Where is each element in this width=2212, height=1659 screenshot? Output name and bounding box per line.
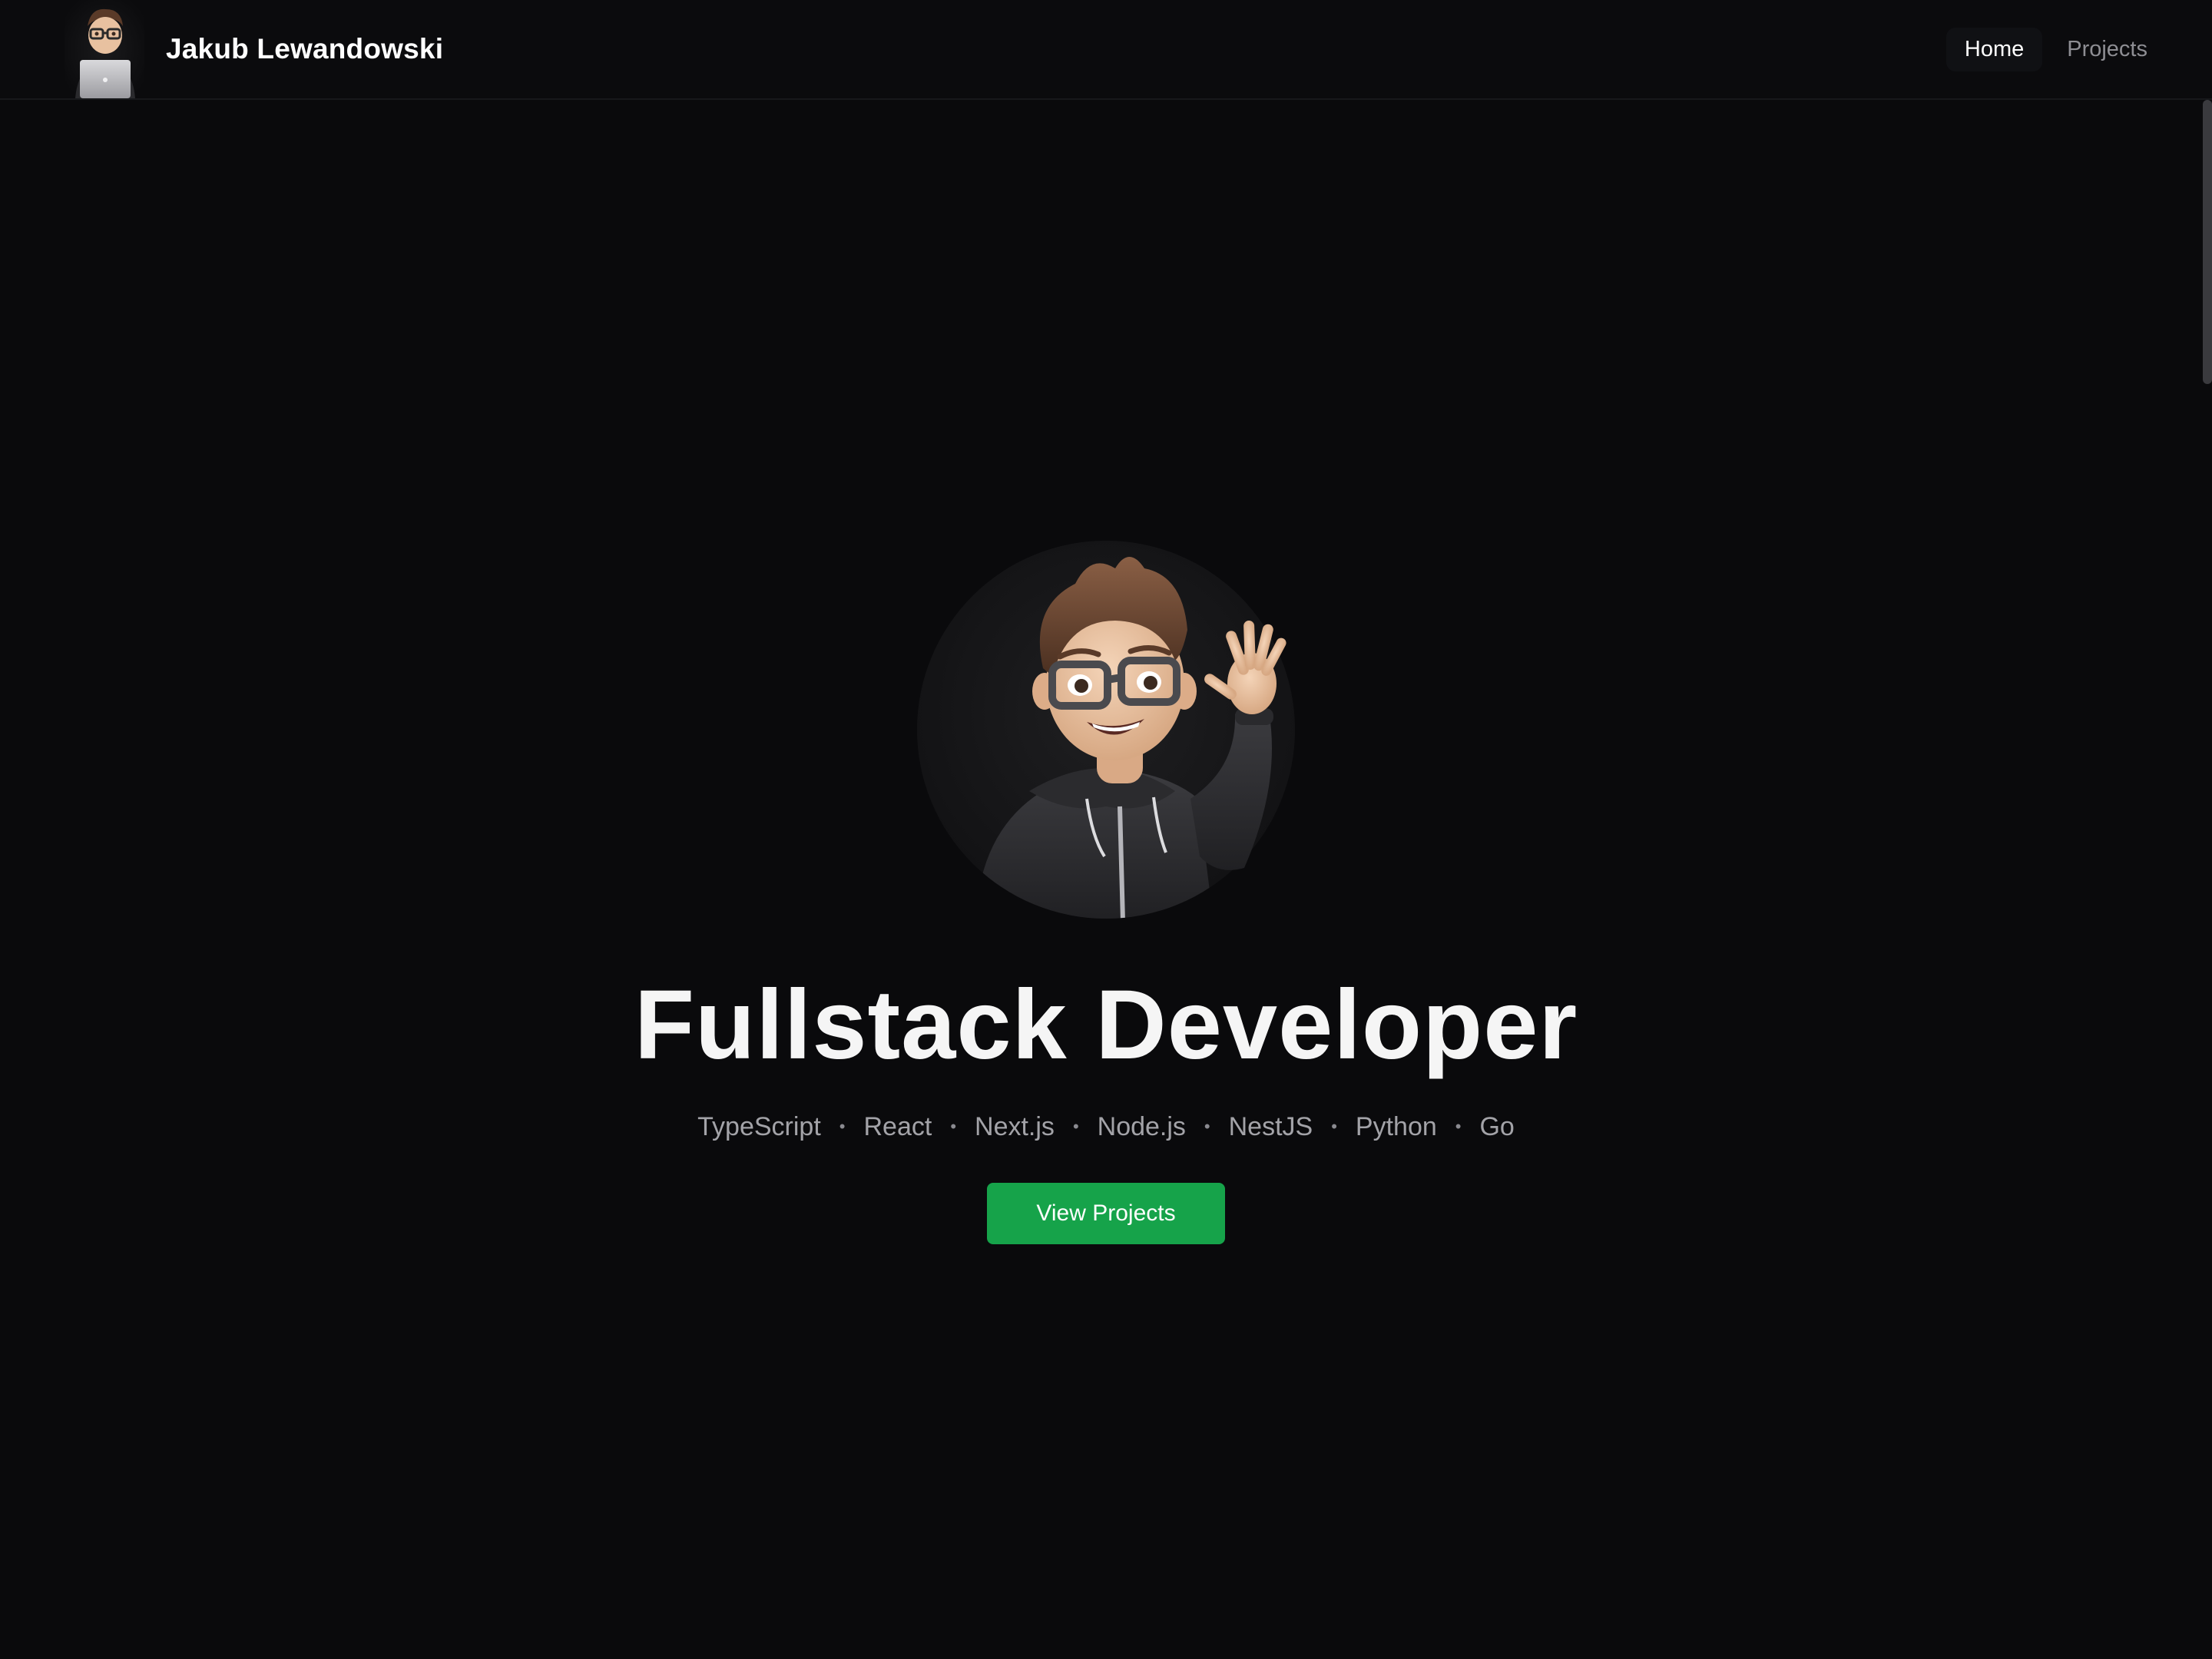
tech-item: Node.js: [1097, 1112, 1186, 1141]
main-nav: Home Projects: [1945, 26, 2166, 72]
scrollbar-thumb[interactable]: [2203, 100, 2212, 384]
site-header: Jakub Lewandowski Home Projects: [0, 0, 2212, 100]
tech-item: React: [863, 1112, 932, 1141]
tech-item: Next.js: [975, 1112, 1055, 1141]
separator-dot: •: [1331, 1117, 1337, 1136]
nav-projects-link[interactable]: Projects: [2048, 28, 2166, 71]
memoji-waving-avatar-icon: [914, 538, 1298, 922]
hero-title: Fullstack Developer: [634, 970, 1578, 1080]
tech-item: NestJS: [1228, 1112, 1313, 1141]
separator-dot: •: [1455, 1117, 1462, 1136]
separator-dot: •: [950, 1117, 957, 1136]
tech-item: Go: [1479, 1112, 1515, 1141]
tech-stack-list: TypeScript • React • Next.js • Node.js •…: [0, 1108, 2212, 1146]
nav-home-link[interactable]: Home: [1945, 27, 2043, 71]
brand-link[interactable]: Jakub Lewandowski: [55, 0, 465, 98]
separator-dot: •: [839, 1117, 846, 1136]
separator-dot: •: [1072, 1117, 1079, 1136]
tech-item: TypeScript: [697, 1112, 821, 1141]
separator-dot: •: [1204, 1117, 1210, 1136]
tech-item: Python: [1355, 1112, 1437, 1141]
memoji-laptop-avatar-icon: [65, 0, 144, 98]
brand-name: Jakub Lewandowski: [166, 33, 444, 65]
view-projects-button[interactable]: View Projects: [987, 1183, 1225, 1244]
